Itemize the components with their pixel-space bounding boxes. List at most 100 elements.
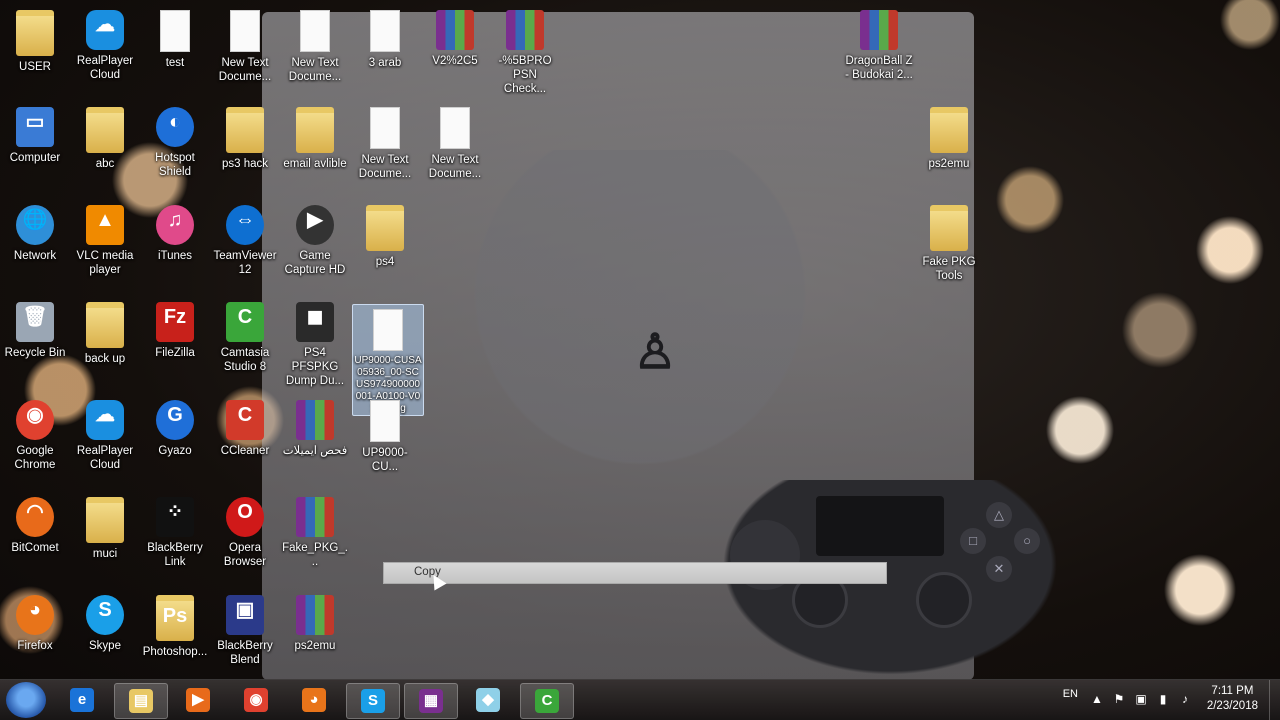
icon-glyph: ⇔ [235, 209, 255, 231]
desktop-icon[interactable]: 🗑 Recycle Bin [0, 298, 70, 360]
app-icon: ⁘ [156, 497, 194, 537]
system-clock[interactable]: 7:11 PM 2/23/2018 [1207, 684, 1258, 714]
desktop-icon[interactable]: New Text Docume... [210, 6, 280, 84]
taskbar-button-media-player[interactable]: ▶ [172, 683, 224, 717]
desktop-icon[interactable]: 🌐 Network [0, 201, 70, 263]
desktop-icon[interactable]: فحص ايميلات [280, 396, 350, 458]
icon-glyph: ▣ [235, 599, 255, 621]
doc-icon [370, 10, 400, 52]
firefox-icon: ◕ [302, 688, 326, 712]
desktop-icon-label: RealPlayer Cloud [76, 445, 134, 471]
desktop-icon[interactable]: ▲ VLC media player [70, 201, 140, 277]
desktop-icon-label: New Text Docume... [288, 57, 342, 83]
network-signal-icon[interactable]: ▮ [1156, 692, 1170, 706]
desktop-icon[interactable]: Fz FileZilla [140, 298, 210, 360]
right-stick [916, 572, 972, 628]
desktop-icon[interactable]: V2%2C5 [420, 6, 490, 68]
round-icon: G [156, 400, 194, 440]
desktop-icon-label: New Text Docume... [358, 154, 412, 180]
icon-glyph: ▶ [307, 209, 323, 231]
desktop-icon[interactable]: C Camtasia Studio 8 [210, 298, 280, 374]
desktop-icon[interactable]: O Opera Browser [210, 493, 280, 569]
desktop-icon[interactable]: UP9000-CU... [350, 396, 420, 474]
taskbar-button-chrome[interactable]: ◉ [230, 683, 282, 717]
icon-glyph: ⁘ [166, 501, 184, 523]
desktop-icon[interactable]: ps2emu [280, 591, 350, 653]
desktop-icon-label: TeamViewer 12 [213, 250, 277, 276]
taskbar-button-camtasia[interactable]: C [520, 683, 574, 719]
context-menu: Copy [383, 562, 887, 584]
show-hidden-icons-icon[interactable]: ▲ [1090, 692, 1104, 706]
square-button-icon: □ [960, 528, 986, 554]
desktop-icon[interactable]: ⁘ BlackBerry Link [140, 493, 210, 569]
desktop-icon[interactable]: ▶ Game Capture HD [280, 201, 350, 277]
desktop-icon[interactable]: ▣ BlackBerry Blend [210, 591, 280, 667]
app-icon: C [226, 400, 264, 440]
device-icon[interactable]: ▣ [1134, 692, 1148, 706]
desktop-icon[interactable]: ps2emu [914, 103, 984, 171]
desktop-icon[interactable]: G Gyazo [140, 396, 210, 458]
desktop-icon[interactable]: ◐ Hotspot Shield [140, 103, 210, 179]
desktop-icon[interactable]: ☁ RealPlayer Cloud [70, 6, 140, 82]
desktop-icon-label: test [165, 57, 185, 69]
camtasia-icon: C [535, 689, 559, 713]
action-center-flag-icon[interactable]: ⚑ [1112, 692, 1126, 706]
folder-icon: Ps [156, 595, 194, 641]
desktop-icon[interactable]: muci [70, 493, 140, 561]
language-indicator[interactable]: EN [1063, 688, 1078, 700]
desktop-icon[interactable]: ▭ Computer [0, 103, 70, 165]
app-icon: ▣ [226, 595, 264, 635]
folder-icon [86, 302, 124, 348]
desktop-icon[interactable]: ◉ Google Chrome [0, 396, 70, 472]
desktop-icon[interactable]: Ps Photoshop... [140, 591, 210, 659]
folder-icon [366, 205, 404, 251]
icon-glyph: 🌐 [22, 209, 48, 231]
desktop-icon-label: Camtasia Studio 8 [220, 347, 270, 373]
desktop-icon[interactable]: Fake PKG Tools [914, 201, 984, 283]
desktop-icon[interactable]: test [140, 6, 210, 70]
app-icon: ◼ [296, 302, 334, 342]
desktop-icon[interactable]: 3 arab [350, 6, 420, 70]
desktop-icon[interactable]: New Text Docume... [280, 6, 350, 84]
desktop-icon-label: Firefox [17, 640, 53, 652]
taskbar-button-internet-explorer[interactable]: e [56, 683, 108, 717]
taskbar-button-firefox[interactable]: ◕ [288, 683, 340, 717]
taskbar-button-skype[interactable]: S [346, 683, 400, 719]
taskbar-button-winrar[interactable]: ▦ [404, 683, 458, 719]
desktop-icon-label: Gyazo [158, 445, 192, 457]
desktop-icon[interactable]: New Text Docume... [420, 103, 490, 181]
desktop-icon[interactable]: DragonBall Z - Budokai 2... [844, 6, 914, 82]
show-desktop-button[interactable] [1269, 680, 1280, 720]
desktop-icon[interactable]: ◠ BitComet [0, 493, 70, 555]
desktop-icon[interactable]: ☁ RealPlayer Cloud [70, 396, 140, 472]
start-button[interactable] [6, 682, 46, 718]
desktop-icon[interactable]: ♫ iTunes [140, 201, 210, 263]
icon-glyph: ♫ [167, 209, 183, 231]
desktop-icon[interactable]: ⇔ TeamViewer 12 [210, 201, 280, 277]
round-icon: ◉ [16, 400, 54, 440]
desktop-icon[interactable]: back up [70, 298, 140, 366]
rar-icon [296, 400, 334, 440]
desktop-icon[interactable]: ps4 [350, 201, 420, 269]
desktop-icon[interactable]: ◕ Firefox [0, 591, 70, 653]
desktop-icon[interactable]: ◼ PS4 PFSPKG Dump Du... [280, 298, 350, 388]
desktop-icon[interactable]: email avlible [280, 103, 350, 171]
desktop-icon[interactable]: C CCleaner [210, 396, 280, 458]
desktop-icon-label: ps2emu [928, 158, 970, 170]
app-icon: C [226, 302, 264, 342]
desktop-icon[interactable]: USER [0, 6, 70, 74]
desktop-icon-label: CCleaner [220, 445, 270, 457]
desktop-icon-label: Fake PKG Tools [922, 256, 976, 282]
desktop-icon[interactable]: abc [70, 103, 140, 171]
app-icon: ▭ [16, 107, 54, 147]
folder-icon [86, 107, 124, 153]
desktop-icon[interactable]: New Text Docume... [350, 103, 420, 181]
desktop-icon[interactable]: S Skype [70, 591, 140, 653]
desktop-icon[interactable]: -%5BPRO PSN Check... [490, 6, 560, 96]
round-icon: ♫ [156, 205, 194, 245]
desktop-icon[interactable]: ps3 hack [210, 103, 280, 171]
desktop-icon[interactable]: Fake_PKG_... [280, 493, 350, 569]
taskbar-button-notepad[interactable]: ◆ [462, 683, 514, 717]
taskbar-button-file-explorer[interactable]: ▤ [114, 683, 168, 719]
volume-icon[interactable]: ♪ [1178, 692, 1192, 706]
